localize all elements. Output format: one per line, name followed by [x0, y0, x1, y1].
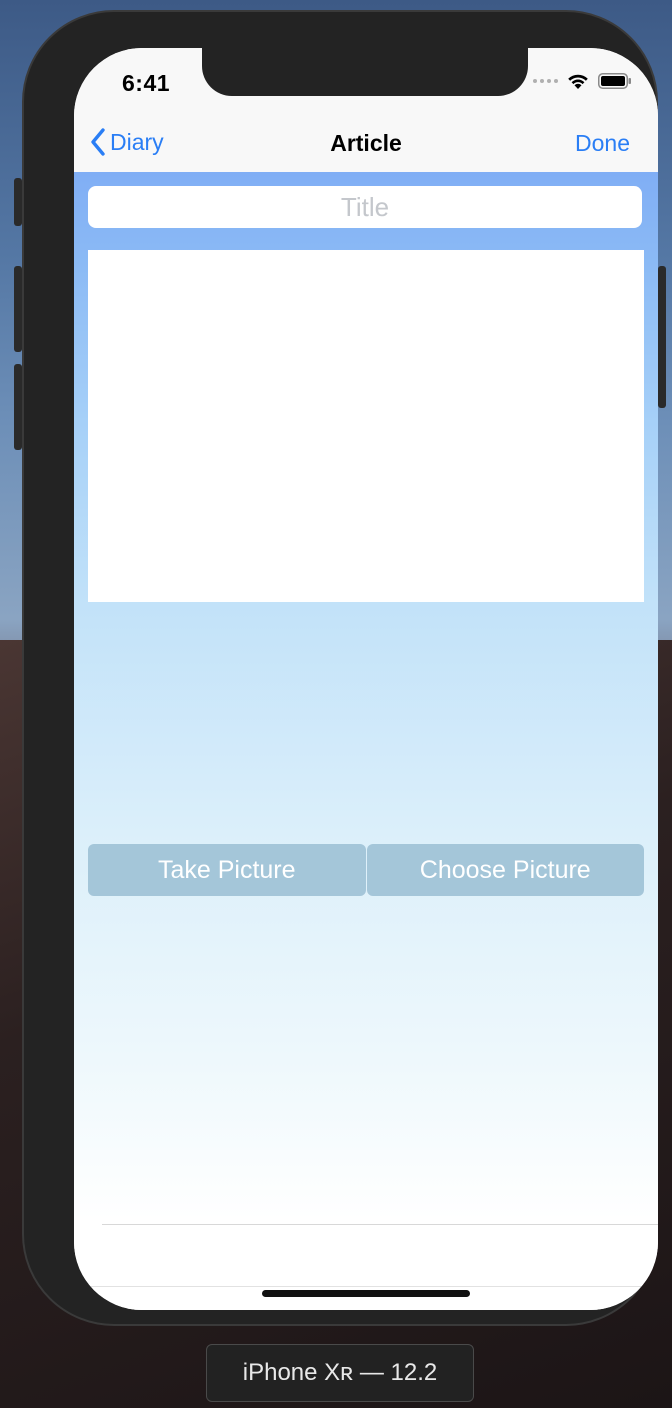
- take-picture-button[interactable]: Take Picture: [88, 844, 366, 896]
- notch: [202, 48, 528, 96]
- navigation-bar: Diary Article Done: [74, 118, 658, 173]
- volume-down-button: [14, 364, 22, 450]
- device-screen: 6:41 Diary Article Done Title Take Pictu…: [74, 48, 658, 1310]
- status-icons: [533, 72, 632, 90]
- title-input[interactable]: [88, 186, 642, 228]
- divider: [102, 1224, 658, 1225]
- page-title: Article: [330, 130, 402, 156]
- article-editor: Take Picture Choose Picture: [74, 172, 658, 1310]
- wifi-icon: [568, 74, 588, 89]
- home-indicator[interactable]: [262, 1290, 470, 1297]
- status-time: 6:41: [122, 70, 171, 96]
- battery-icon: [598, 73, 631, 89]
- article-body-textarea[interactable]: [88, 250, 644, 602]
- simulator-device-label: iPhone Xʀ — 12.2: [206, 1344, 474, 1402]
- silent-switch: [14, 178, 22, 226]
- divider: [74, 1286, 658, 1287]
- power-button: [658, 266, 666, 408]
- volume-up-button: [14, 266, 22, 352]
- cellular-signal-icon: [533, 79, 558, 83]
- picture-button-group: Take Picture Choose Picture: [88, 844, 644, 896]
- done-button[interactable]: Done: [575, 130, 630, 157]
- iphone-frame: 6:41 Diary Article Done Title Take Pictu…: [14, 10, 666, 1326]
- choose-picture-button[interactable]: Choose Picture: [366, 844, 644, 896]
